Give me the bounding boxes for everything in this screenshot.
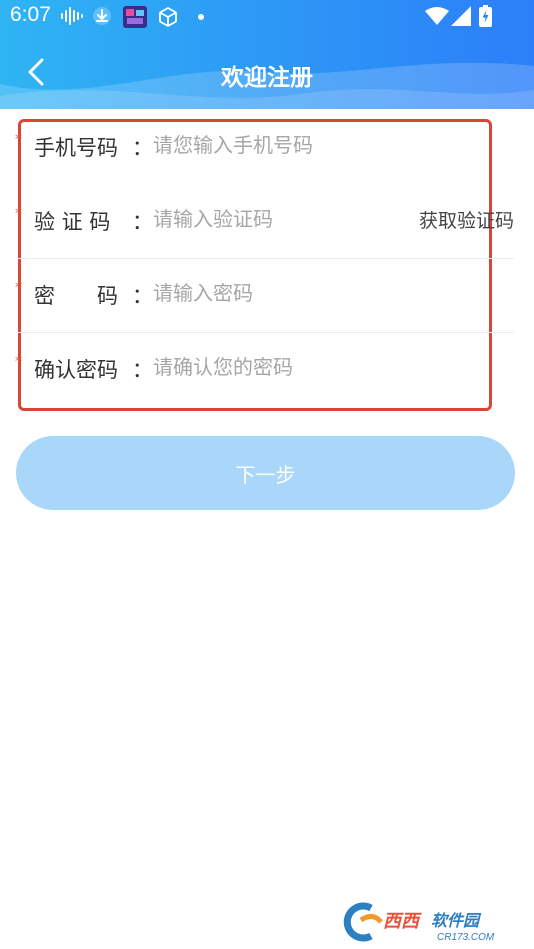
status-time: 6:07	[10, 3, 51, 26]
watermark-logo: 西西 软件园 CR173.COM	[333, 900, 517, 944]
verify-code-label: 验 证 码	[34, 210, 111, 234]
confirm-password-input[interactable]	[153, 346, 393, 388]
label-colon: ：	[132, 358, 153, 382]
download-icon	[93, 7, 111, 25]
dot-icon	[198, 14, 204, 20]
next-step-button[interactable]: 下一步	[16, 436, 515, 510]
audio-wave-icon	[61, 7, 83, 25]
required-mark: *	[15, 280, 22, 296]
phone-input[interactable]	[153, 124, 393, 166]
password-label: 密 码	[34, 284, 118, 308]
cube-icon	[159, 7, 177, 27]
required-mark: *	[15, 206, 22, 222]
app-thumbnail-icon	[123, 6, 147, 28]
password-input[interactable]	[153, 272, 393, 314]
signal-icon	[451, 6, 471, 26]
svg-text:软件园: 软件园	[431, 911, 482, 930]
battery-charging-icon	[479, 5, 492, 27]
verify-code-input[interactable]	[153, 198, 373, 240]
password-row: * 密 码 ：	[15, 258, 514, 333]
get-verify-code-button[interactable]: 获取验证码	[419, 206, 514, 233]
required-mark: *	[15, 354, 22, 370]
label-colon: ：	[132, 284, 153, 308]
app-header: 6:07 欢迎注册	[0, 0, 534, 109]
status-bar: 6:07	[0, 0, 534, 34]
svg-text:CR173.COM: CR173.COM	[437, 932, 495, 943]
svg-text:西西: 西西	[383, 911, 422, 932]
confirm-password-row: * 确认密码 ：	[15, 332, 514, 406]
confirm-password-label: 确认密码	[34, 358, 118, 382]
label-colon: ：	[132, 210, 153, 234]
verify-code-row: * 验 证 码 ： 获取验证码	[15, 184, 514, 259]
title-bar: 欢迎注册	[0, 44, 534, 100]
phone-label: 手机号码	[34, 136, 118, 160]
phone-row: * 手机号码 ：	[15, 110, 514, 184]
wifi-icon	[425, 7, 449, 25]
page-title: 欢迎注册	[221, 65, 313, 91]
cr173-logo-icon: 西西 软件园 CR173.COM	[343, 902, 495, 943]
label-colon: ：	[132, 136, 153, 160]
required-mark: *	[15, 132, 22, 148]
